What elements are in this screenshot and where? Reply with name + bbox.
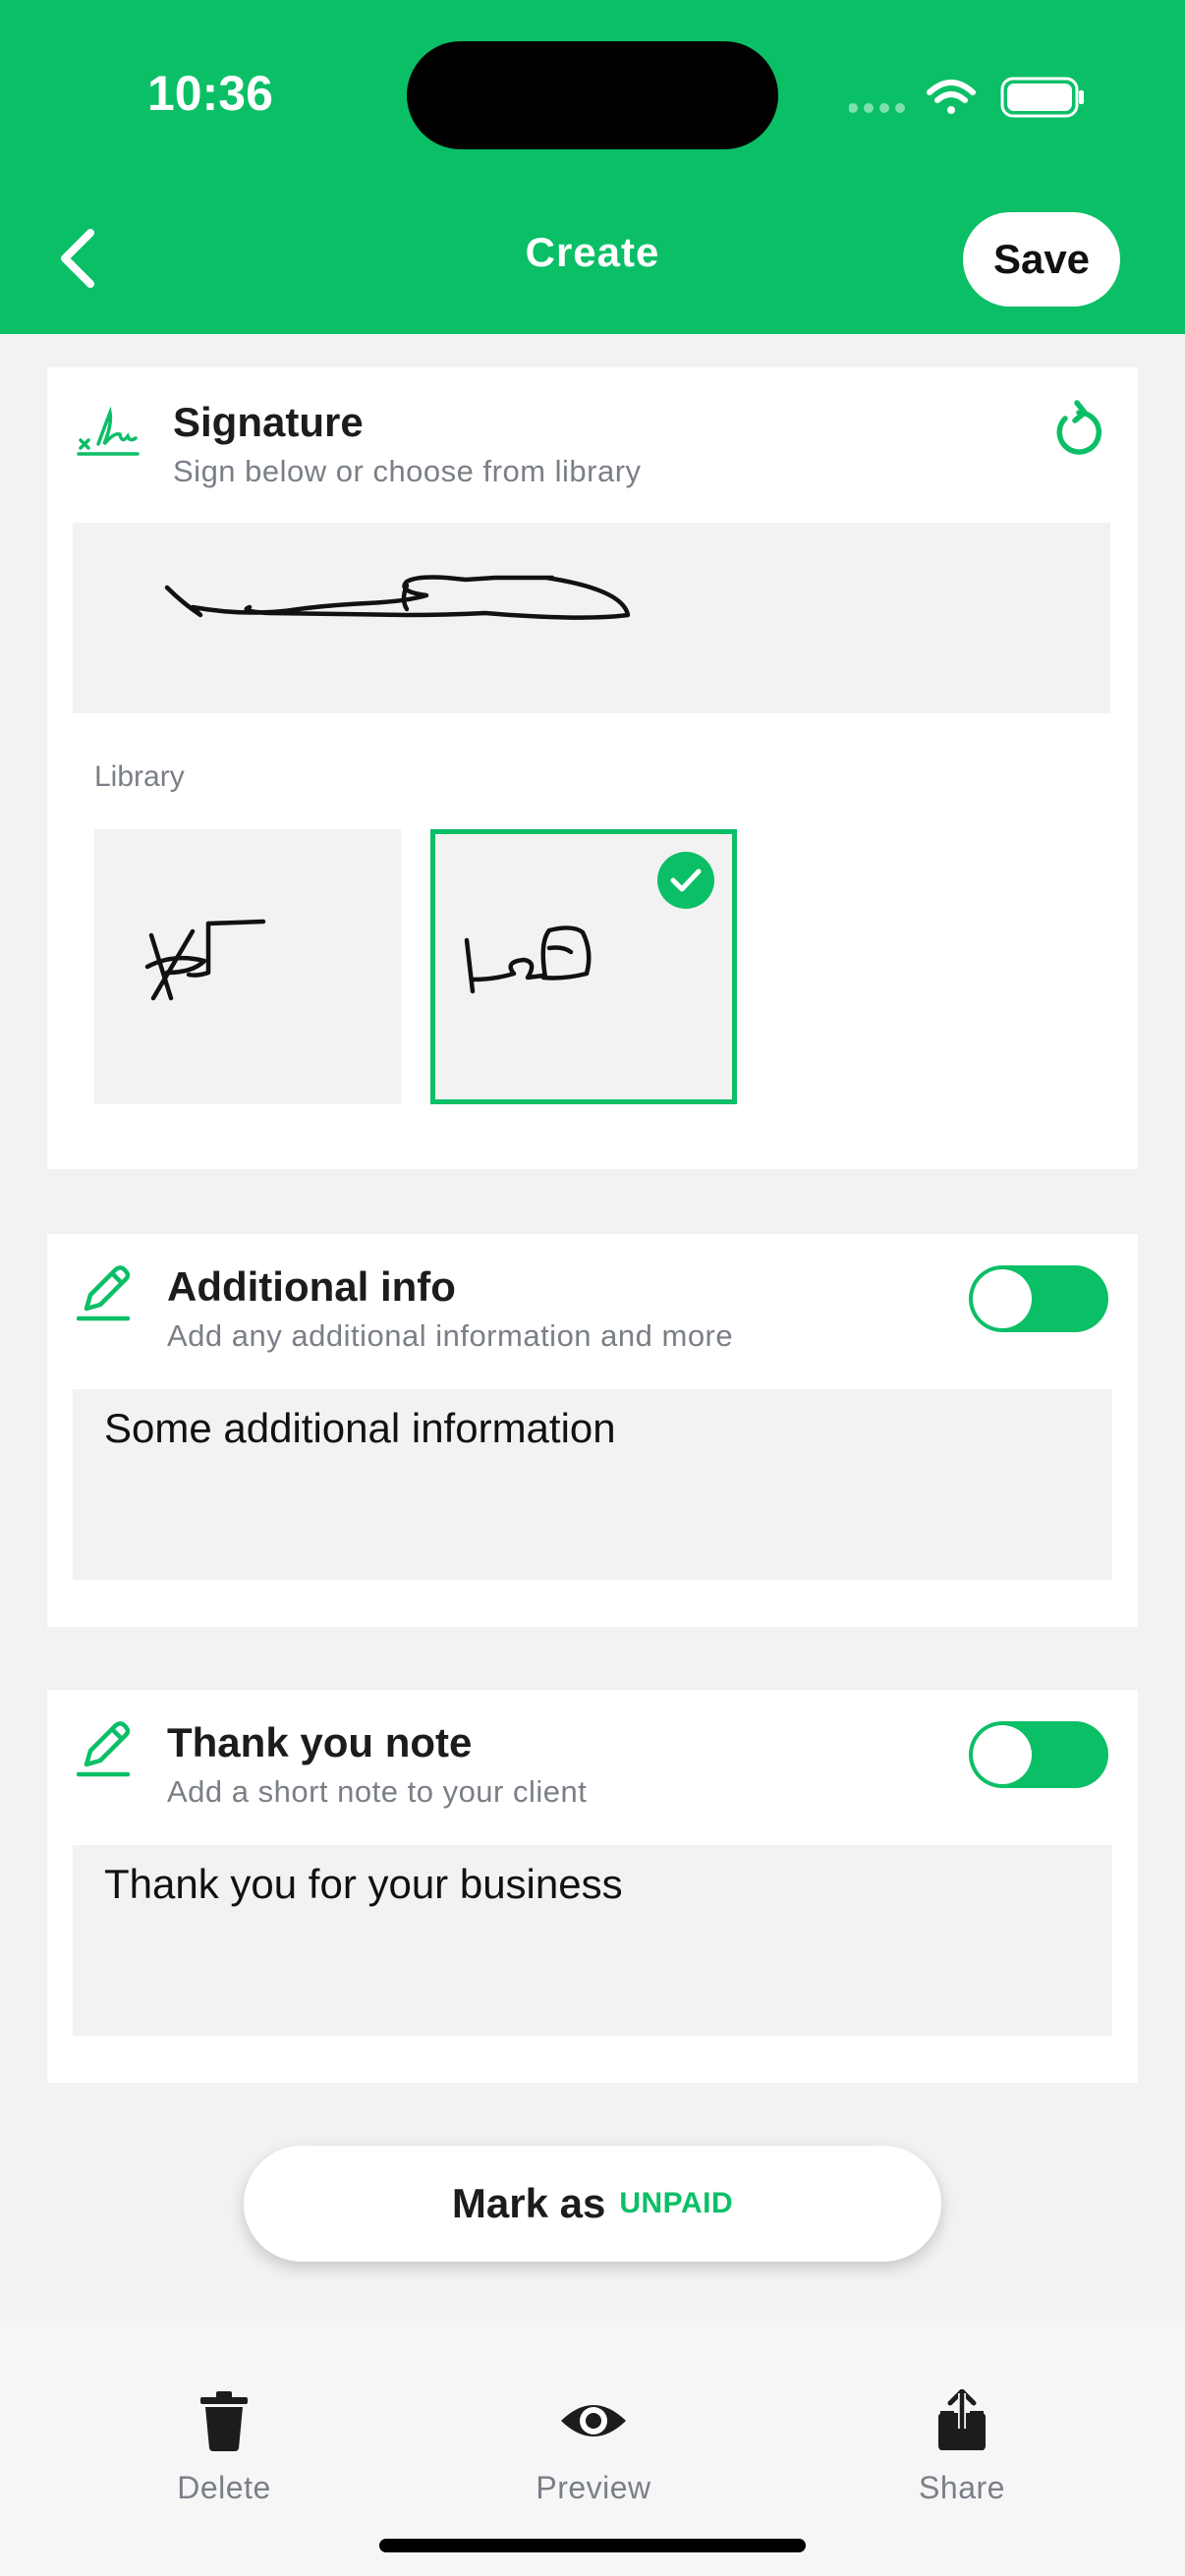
thank-you-input[interactable]: Thank you for your business xyxy=(73,1845,1112,2036)
trash-icon xyxy=(200,2391,248,2451)
additional-info-card: Additional info Add any additional infor… xyxy=(47,1234,1138,1627)
share-icon xyxy=(938,2389,986,2450)
mark-as-status: UNPAID xyxy=(619,2187,734,2219)
cellular-signal-icon xyxy=(848,103,905,113)
preview-label: Preview xyxy=(536,2470,651,2505)
dynamic-island xyxy=(407,41,778,149)
toggle-knob xyxy=(973,1725,1032,1784)
additional-info-title: Additional info xyxy=(167,1263,456,1310)
additional-info-toggle[interactable] xyxy=(969,1265,1108,1332)
signature-card: Signature Sign below or choose from libr… xyxy=(47,367,1138,1169)
bottom-toolbar: Delete Preview Share xyxy=(0,2321,1185,2576)
battery-icon xyxy=(1000,77,1084,118)
library-signature-2[interactable] xyxy=(430,829,737,1104)
reset-icon[interactable] xyxy=(1049,397,1104,458)
library-signature-1[interactable] xyxy=(94,829,401,1104)
mark-as-button[interactable]: Mark as UNPAID xyxy=(244,2146,941,2262)
eye-icon xyxy=(561,2405,626,2436)
status-time: 10:36 xyxy=(147,66,273,121)
thank-you-toggle[interactable] xyxy=(969,1721,1108,1788)
signature-title: Signature xyxy=(173,399,364,445)
selected-check-badge xyxy=(657,852,714,909)
checkmark-icon xyxy=(670,868,702,892)
mark-as-label: Mark as xyxy=(451,2180,606,2226)
home-indicator[interactable] xyxy=(379,2539,806,2552)
pencil-icon xyxy=(77,1721,131,1777)
save-button[interactable]: Save xyxy=(963,212,1120,307)
delete-button[interactable]: Delete xyxy=(116,2389,332,2506)
status-indicators xyxy=(848,75,1085,124)
signature-pad[interactable] xyxy=(73,523,1110,713)
pencil-icon xyxy=(77,1265,131,1321)
app-header: 10:36 Create Save xyxy=(0,0,1185,334)
signature-subtitle: Sign below or choose from library xyxy=(173,454,642,488)
additional-info-subtitle: Add any additional information and more xyxy=(167,1318,734,1353)
thank-you-card: Thank you note Add a short note to your … xyxy=(47,1690,1138,2083)
share-label: Share xyxy=(919,2470,1005,2505)
share-button[interactable]: Share xyxy=(854,2389,1070,2506)
delete-label: Delete xyxy=(177,2470,271,2505)
additional-info-input[interactable]: Some additional information xyxy=(73,1389,1112,1580)
preview-button[interactable]: Preview xyxy=(485,2389,702,2506)
library-label: Library xyxy=(94,760,185,793)
thank-you-title: Thank you note xyxy=(167,1719,473,1765)
wifi-icon xyxy=(927,80,976,114)
signature-icon xyxy=(77,406,140,456)
thank-you-subtitle: Add a short note to your client xyxy=(167,1774,588,1809)
toggle-knob xyxy=(973,1269,1032,1328)
